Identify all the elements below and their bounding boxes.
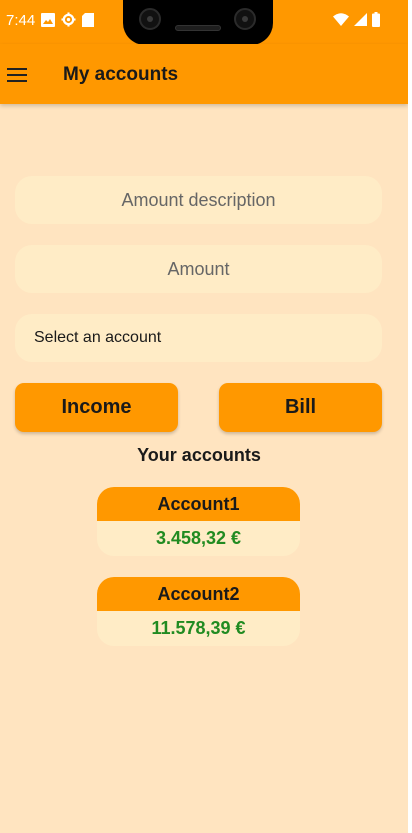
app-bar: My accounts [0, 44, 408, 104]
status-time: 7:44 [6, 12, 36, 29]
sd-card-icon [82, 12, 94, 32]
menu-icon[interactable] [7, 68, 27, 82]
account-name: Account2 [97, 577, 300, 611]
accounts-heading: Your accounts [137, 445, 261, 465]
account-name: Account1 [97, 487, 300, 521]
page-title: My accounts [63, 64, 179, 85]
status-icons-right [333, 12, 380, 32]
wifi-icon [333, 13, 349, 31]
bill-button[interactable]: Bill [219, 383, 382, 432]
settings-icon [61, 12, 76, 32]
account-card[interactable]: Account2 11.578,39 € [97, 577, 300, 646]
earpiece-speaker [175, 25, 221, 31]
account-balance: 3.458,32 € [155, 528, 242, 548]
status-bar: 7:44 [0, 0, 412, 45]
account-select-label: Select an account [34, 329, 162, 346]
camera-notch [123, 0, 273, 45]
front-camera-right [234, 8, 256, 30]
photo-icon [41, 12, 55, 32]
status-icons-left [41, 12, 94, 32]
account-card[interactable]: Account1 3.458,32 € [97, 487, 300, 556]
screen-edge [408, 0, 412, 833]
signal-icon [354, 13, 367, 31]
income-button[interactable]: Income [15, 383, 178, 432]
account-balance: 11.578,39 € [151, 618, 246, 638]
account-select[interactable]: Select an account [15, 314, 382, 362]
front-camera-left [139, 8, 161, 30]
amount-input[interactable] [15, 245, 382, 293]
amount-description-input[interactable] [15, 176, 382, 224]
battery-icon [372, 12, 380, 32]
